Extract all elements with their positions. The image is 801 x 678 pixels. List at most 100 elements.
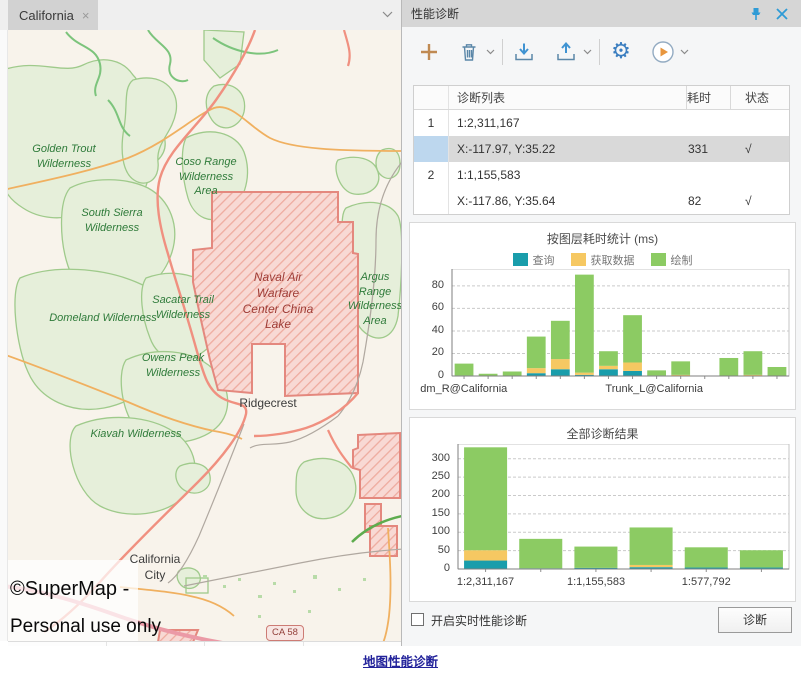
play-icon [651, 40, 675, 64]
realtime-diagnosis-checkbox[interactable] [411, 613, 424, 626]
row-status [731, 162, 789, 188]
row-time [688, 110, 731, 136]
header-diagnosis-list[interactable]: 诊断列表 [449, 86, 687, 109]
table-row[interactable]: X:-117.86, Y:35.64 82 √ [414, 188, 789, 214]
bar-segment [630, 527, 673, 565]
x-axis-label: 1:577,792 [682, 576, 731, 588]
header-status[interactable]: 状态 [731, 86, 789, 109]
bar-segment [599, 351, 618, 366]
map-status-strip [8, 641, 401, 646]
delete-dropdown-chevron-icon[interactable] [484, 37, 496, 67]
route-shield-ca58: CA 58 [266, 625, 304, 641]
bar-segment [527, 368, 546, 373]
diagnose-button[interactable]: 诊断 [718, 607, 792, 633]
y-axis-label: 40 [410, 324, 444, 336]
bar-segment [551, 321, 570, 359]
y-axis-label: 100 [410, 525, 450, 537]
bar-segment [551, 369, 570, 376]
y-axis-label: 60 [410, 301, 444, 313]
trash-icon [458, 41, 480, 63]
bar-segment [527, 337, 546, 369]
map-viewport[interactable]: Golden Trout Wilderness South Sierra Wil… [8, 30, 401, 641]
tab-list-chevron-down-icon[interactable] [382, 11, 393, 18]
tab-close-icon[interactable]: × [82, 8, 90, 23]
legend-swatch [513, 253, 528, 266]
import-button[interactable] [509, 37, 539, 67]
bar-segment [503, 371, 522, 376]
y-axis-label: 20 [410, 346, 444, 358]
chart-title: 按图层耗时统计 (ms) [410, 223, 795, 247]
bar-segment [574, 547, 617, 568]
row-time: 331 [688, 136, 731, 162]
map-window: California × [0, 0, 401, 646]
close-icon[interactable] [775, 7, 789, 21]
bar-segment [599, 366, 618, 369]
y-axis-label: 0 [410, 562, 450, 574]
row-number: 1 [414, 110, 449, 136]
header-row-number [414, 86, 449, 109]
export-button[interactable] [551, 37, 581, 67]
map-attribution: ©SuperMap - [10, 576, 129, 602]
bar-segment [671, 361, 690, 375]
map-canvas [8, 30, 401, 641]
all-results-chart-card: 全部诊断结果 0501001502002503001:2,311,1671:1,… [409, 417, 796, 602]
bar-segment [740, 550, 783, 567]
bar-segment [575, 275, 594, 373]
run-button[interactable] [648, 37, 678, 67]
row-status: √ [731, 188, 789, 214]
y-axis-label: 50 [410, 544, 450, 556]
bar-segment [623, 362, 642, 370]
settings-button[interactable]: ⚙ [606, 37, 636, 67]
bar-segment [744, 351, 763, 375]
row-status: √ [731, 136, 789, 162]
y-axis-label: 150 [410, 507, 450, 519]
export-dropdown-chevron-icon[interactable] [581, 37, 593, 67]
bar-segment [719, 358, 738, 376]
y-axis-label: 300 [410, 452, 450, 464]
tab-california[interactable]: California × [8, 0, 98, 30]
legend-item: 绘制 [651, 252, 693, 268]
table-row-selected[interactable]: X:-117.97, Y:35.22 331 √ [414, 136, 789, 162]
bar-segment [551, 359, 570, 369]
row-time [688, 162, 731, 188]
realtime-diagnosis-label: 开启实时性能诊断 [431, 612, 527, 629]
label-kiavah-wilderness: Kiavah Wilderness [91, 427, 182, 442]
table-row[interactable]: 1 1:2,311,167 [414, 110, 789, 136]
chart-legend: 查询获取数据绘制 [410, 252, 795, 268]
row-status [731, 110, 789, 136]
map-tab-bar: California × [0, 0, 401, 30]
label-argus-range-wilderness: Argus Range Wilderness Area [348, 270, 401, 328]
bar-segment [623, 371, 642, 376]
toolbar-separator [599, 39, 600, 65]
legend-swatch [651, 253, 666, 266]
bar-segment [599, 369, 618, 376]
add-button[interactable] [414, 37, 444, 67]
row-scale: 1:2,311,167 [449, 110, 688, 136]
bar-segment [464, 561, 507, 569]
legend-swatch [571, 253, 586, 266]
legend-item: 获取数据 [571, 252, 635, 268]
tab-label: California [19, 8, 74, 23]
label-coso-range-wilderness: Coso Range Wilderness Area [175, 155, 236, 199]
bar-segment [685, 547, 728, 567]
label-owens-peak-wilderness: Owens Peak Wilderness [142, 351, 204, 380]
panel-header: 性能诊断 [402, 0, 801, 27]
table-row[interactable]: 2 1:1,155,583 [414, 162, 789, 188]
legend-item: 查询 [513, 252, 555, 268]
chart-title: 全部诊断结果 [410, 418, 795, 442]
label-golden-trout-wilderness: Golden Trout Wilderness [32, 142, 95, 171]
panel-toolbar: ⚙ [402, 27, 801, 77]
label-sacatar-trail-wilderness: Sacatar Trail Wilderness [152, 293, 214, 322]
row-time: 82 [688, 188, 731, 214]
label-naval-center: Naval Air Warfare Center China Lake [243, 270, 314, 333]
diagnosis-table: 诊断列表 耗时 状态 1 1:2,311,167 X:-117.97, Y:35… [413, 85, 790, 215]
pin-icon[interactable] [749, 7, 763, 21]
x-axis-label: 1:2,311,167 [457, 576, 514, 588]
panel-footer: 开启实时性能诊断 诊断 [402, 602, 801, 646]
delete-button[interactable] [454, 37, 484, 67]
x-axis-label: 1:1,155,583 [567, 576, 625, 588]
header-time[interactable]: 耗时 [687, 86, 731, 109]
label-ridgecrest: Ridgecrest [239, 396, 296, 412]
run-dropdown-chevron-icon[interactable] [678, 37, 690, 67]
panel-title: 性能诊断 [402, 5, 749, 22]
